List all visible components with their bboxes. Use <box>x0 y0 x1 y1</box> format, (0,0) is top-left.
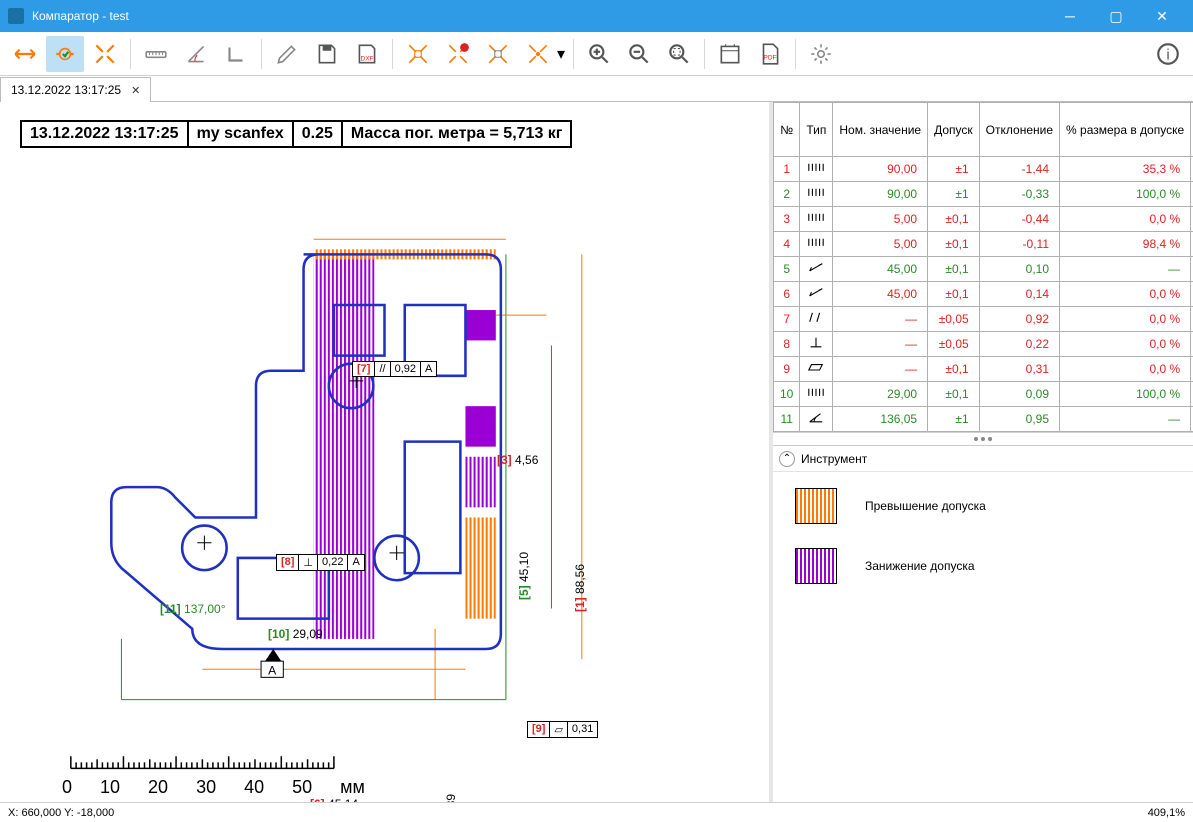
table-row[interactable]: 190,00±1-1,4435,3 % <box>774 157 1193 182</box>
type-icon <box>807 186 825 200</box>
table-row[interactable]: 7—±0,050,920,0 % <box>774 307 1193 332</box>
type-icon <box>807 311 825 325</box>
tabstrip: 13.12.2022 13:17:25 ✕ <box>0 76 1193 102</box>
panel-collapse-icon[interactable]: ⌃ <box>779 451 795 467</box>
header-mass: Масса пог. метра = 5,713 кг <box>343 120 573 148</box>
minimize-button[interactable]: ─ <box>1047 0 1093 32</box>
col-tol: Допуск <box>928 103 980 157</box>
tab-label: 13.12.2022 13:17:25 <box>11 83 121 97</box>
svg-text:i: i <box>1166 46 1169 63</box>
measurement-table[interactable]: № Тип Ном. значение Допуск Отклонение % … <box>773 102 1193 433</box>
type-icon <box>807 236 825 250</box>
toolbar: DXF ▾ PDF i <box>0 32 1193 76</box>
angle-button[interactable] <box>177 36 215 72</box>
header-tol: 0.25 <box>294 120 343 148</box>
instrument-panel: ⌃ Инструмент Превышение допуска Занижени… <box>773 445 1193 600</box>
header-date: 13.12.2022 13:17:25 <box>20 120 189 148</box>
ruler-button[interactable] <box>137 36 175 72</box>
mark-3-button[interactable] <box>479 36 517 72</box>
col-type: Тип <box>800 103 833 157</box>
header-name: my scanfex <box>189 120 294 148</box>
save-button[interactable] <box>308 36 346 72</box>
table-row[interactable]: 11136,05±10,95— <box>774 407 1193 432</box>
col-dev: Отклонение <box>979 103 1059 157</box>
measure-check-button[interactable] <box>46 36 84 72</box>
info-button[interactable]: i <box>1149 36 1187 72</box>
col-no: № <box>774 103 800 157</box>
square-button[interactable] <box>217 36 255 72</box>
window-title: Компаратор - test <box>32 9 129 23</box>
type-icon <box>807 386 825 400</box>
scale-unit: мм <box>340 777 365 798</box>
svg-text:DXF: DXF <box>361 55 374 62</box>
legend-under-label: Занижение допуска <box>865 559 975 573</box>
table-row[interactable]: 645,00±0,10,140,0 % <box>774 282 1193 307</box>
type-icon <box>807 161 825 175</box>
svg-text:PDF: PDF <box>764 54 777 61</box>
save-dxf-button[interactable]: DXF <box>348 36 386 72</box>
document-tab[interactable]: 13.12.2022 13:17:25 ✕ <box>0 77 151 102</box>
maximize-button[interactable]: ▢ <box>1093 0 1139 32</box>
type-icon <box>807 261 825 275</box>
dimension-label: [11] 137,00° <box>160 602 226 616</box>
close-button[interactable]: ✕ <box>1139 0 1185 32</box>
drawing-info-header: 13.12.2022 13:17:25 my scanfex 0.25 Масс… <box>20 120 757 148</box>
type-icon <box>807 361 825 375</box>
mark-2-button[interactable] <box>439 36 477 72</box>
legend-over-label: Превышение допуска <box>865 499 986 513</box>
table-row[interactable]: 45,00±0,1-0,1198,4 % <box>774 232 1193 257</box>
table-row[interactable]: 35,00±0,1-0,440,0 % <box>774 207 1193 232</box>
scale-tick-label: 20 <box>148 777 168 798</box>
calendar-button[interactable] <box>711 36 749 72</box>
legend-over-swatch <box>795 488 837 524</box>
table-row[interactable]: 8—±0,050,220,0 % <box>774 332 1193 357</box>
datum-label: A <box>268 663 277 677</box>
statusbar: X: 660,000 Y: -18,000 409,1% <box>0 802 1193 822</box>
scale-tick-label: 0 <box>62 777 72 798</box>
table-row[interactable]: 9—±0,10,310,0 % <box>774 357 1193 382</box>
table-row[interactable]: 290,00±1-0,33100,0 % <box>774 182 1193 207</box>
zoom-out-button[interactable] <box>620 36 658 72</box>
scale-tick-label: 30 <box>196 777 216 798</box>
type-icon <box>807 286 825 300</box>
scale-tick-label: 10 <box>100 777 120 798</box>
status-zoom: 409,1% <box>1148 807 1185 819</box>
type-icon <box>807 411 825 425</box>
dimension-label: [10] 29,09 <box>268 627 323 641</box>
fit-all-button[interactable] <box>86 36 124 72</box>
dimension-label: [1] 88,56 <box>573 564 587 612</box>
zoom-in-button[interactable] <box>580 36 618 72</box>
type-icon <box>807 211 825 225</box>
mark-1-button[interactable] <box>399 36 437 72</box>
tolerance-callout[interactable]: [7]//0,92A <box>352 361 437 377</box>
zoom-fit-button[interactable] <box>660 36 698 72</box>
tolerance-callout[interactable]: [8]⊥0,22A <box>276 554 365 571</box>
dimension-label: [3] 4,56 <box>497 453 538 467</box>
dimension-label: [5] 45,10 <box>517 552 531 600</box>
extent-x-button[interactable] <box>6 36 44 72</box>
table-row[interactable]: 545,00±0,10,10— <box>774 257 1193 282</box>
mark-4-button[interactable] <box>519 36 557 72</box>
status-coords: X: 660,000 Y: -18,000 <box>8 807 114 819</box>
table-row[interactable]: 1029,00±0,10,09100,0 % <box>774 382 1193 407</box>
scale-tick-label: 40 <box>244 777 264 798</box>
drawing-canvas[interactable]: A [7]//0,92A [3] 4,56 [8]⊥0,22A [5] 45,10 [1… <box>0 152 769 802</box>
titlebar: Компаратор - test ─ ▢ ✕ <box>0 0 1193 32</box>
app-icon <box>8 8 24 24</box>
col-nom: Ном. значение <box>833 103 928 157</box>
tolerance-callout[interactable]: [9]▱0,31 <box>527 721 598 738</box>
panel-splitter[interactable] <box>773 433 1193 445</box>
type-icon <box>807 336 825 350</box>
mark-dropdown[interactable]: ▾ <box>555 44 567 64</box>
dimension-label: [4] 4,89 <box>430 794 458 802</box>
panel-title: Инструмент <box>801 452 867 466</box>
pencil-button[interactable] <box>268 36 306 72</box>
pdf-button[interactable]: PDF <box>751 36 789 72</box>
scale-tick-label: 50 <box>292 777 312 798</box>
tab-close-icon[interactable]: ✕ <box>131 84 140 97</box>
settings-button[interactable] <box>802 36 840 72</box>
legend-under-swatch <box>795 548 837 584</box>
col-pct: % размера в допуске <box>1060 103 1191 157</box>
